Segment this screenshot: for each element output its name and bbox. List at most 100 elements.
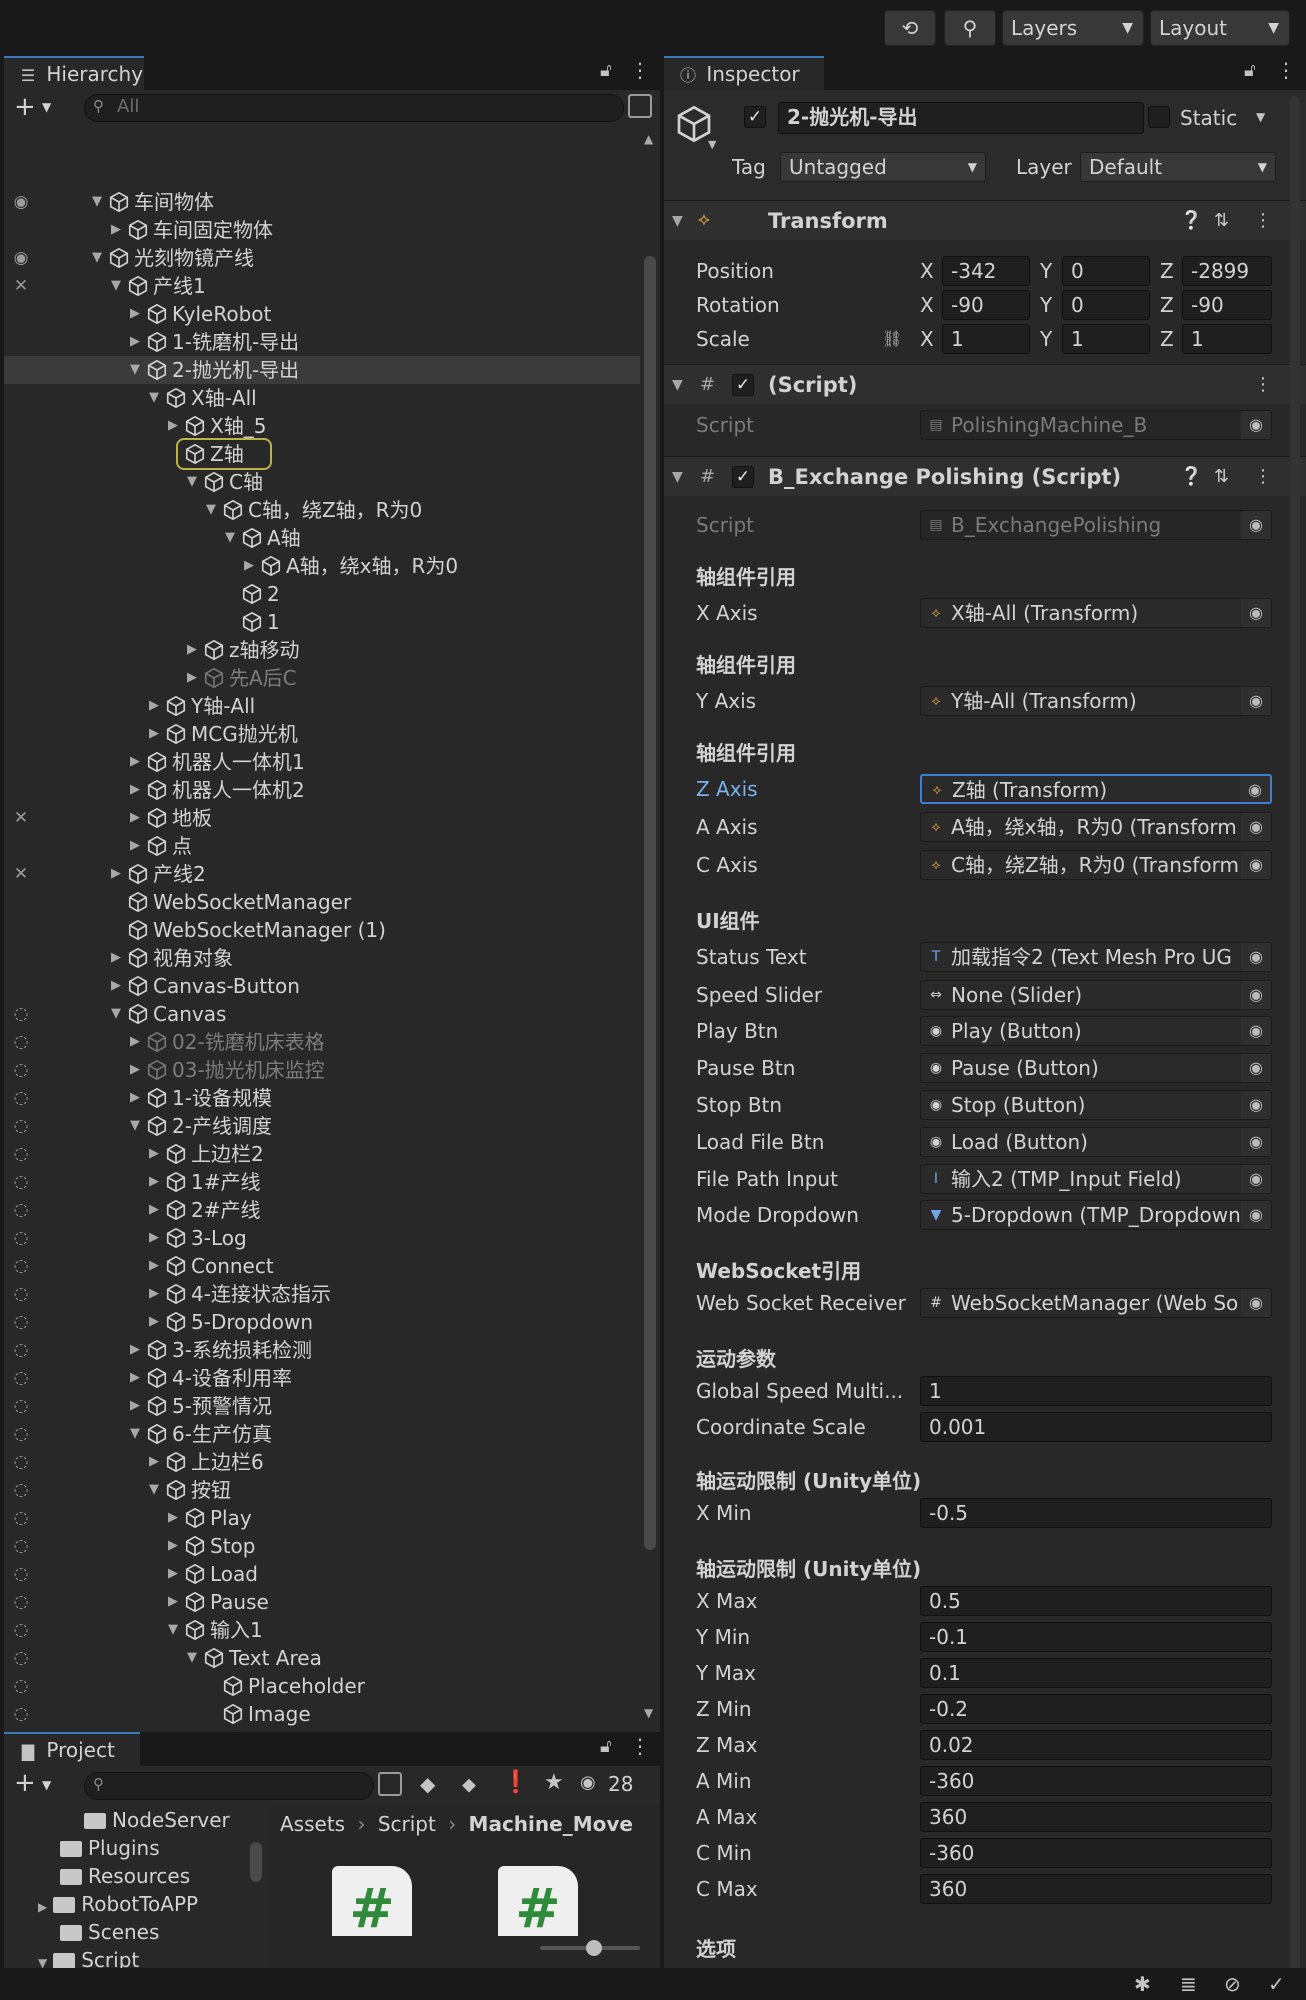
speed-slider-object-field[interactable]: ⇔ None (Slider) ◉: [920, 980, 1272, 1010]
chevron-down-icon[interactable]: ▼: [672, 365, 683, 405]
add-button[interactable]: +: [14, 92, 36, 122]
kebab-menu-icon[interactable]: ⋮: [630, 1734, 650, 1758]
chevron-right-icon[interactable]: ▶: [128, 300, 142, 328]
hidden-eye-icon[interactable]: ◌: [8, 1253, 34, 1279]
hierarchy-row[interactable]: ▶ 先A后C: [4, 664, 640, 692]
chevron-right-icon[interactable]: ▶: [128, 1364, 142, 1392]
tab-inspector[interactable]: ⓘ Inspector: [664, 56, 824, 90]
object-picker-icon[interactable]: ◉: [1241, 851, 1271, 879]
transform-position-x-input[interactable]: -342: [942, 256, 1030, 286]
breadcrumb-item[interactable]: Machine_Move: [469, 1812, 633, 1836]
play-btn-object-field[interactable]: ◉ Play (Button) ◉: [920, 1016, 1272, 1046]
script-asset-icon[interactable]: #: [332, 1866, 412, 1936]
object-picker-icon[interactable]: ◉: [1241, 981, 1271, 1009]
chevron-right-icon[interactable]: ▶: [166, 1504, 180, 1532]
transform-rotation-z-input[interactable]: -90: [1182, 290, 1272, 320]
object-picker-icon[interactable]: ◉: [1241, 1091, 1271, 1119]
lock-icon[interactable]: 🔓︎: [600, 1736, 612, 1757]
chevron-right-icon[interactable]: ▶: [147, 1196, 161, 1224]
y-min-input[interactable]: -0.1: [920, 1622, 1272, 1652]
hierarchy-row[interactable]: ▶ Canvas-Button: [4, 972, 640, 1000]
axis-label[interactable]: X: [920, 254, 934, 288]
chevron-right-icon[interactable]: ▶: [128, 1336, 142, 1364]
search-button[interactable]: ⚲: [944, 10, 996, 46]
load-btn-object-field[interactable]: ◉ Load (Button) ◉: [920, 1127, 1272, 1157]
object-picker-icon[interactable]: ◉: [1241, 1017, 1271, 1045]
hidden-eye-icon[interactable]: ◌: [8, 1281, 34, 1307]
zoom-slider-handle[interactable]: [586, 1940, 602, 1956]
chevron-down-icon[interactable]: ▼: [166, 1616, 180, 1644]
chevron-down-icon[interactable]: ▼: [109, 272, 123, 300]
presets-icon[interactable]: ⇅: [1214, 201, 1229, 241]
hierarchy-row[interactable]: ▶ Pause: [4, 1588, 640, 1616]
hierarchy-row[interactable]: ▶ 车间固定物体: [4, 216, 640, 244]
search-type-icon[interactable]: [378, 1772, 402, 1796]
folder-item[interactable]: ▼ Script: [38, 1946, 139, 1968]
coord-scale-input[interactable]: 0.001: [920, 1412, 1272, 1442]
speed-mult-input[interactable]: 1: [920, 1376, 1272, 1406]
hierarchy-row[interactable]: Z轴: [4, 440, 640, 468]
constrain-proportions-icon[interactable]: ⛓: [882, 322, 902, 356]
hierarchy-row[interactable]: ▶ Y轴-All: [4, 692, 640, 720]
object-picker-icon[interactable]: ◉: [1241, 943, 1271, 971]
hierarchy-row[interactable]: ▶ Play: [4, 1504, 640, 1532]
lock-icon[interactable]: 🔓︎: [1244, 60, 1256, 81]
z-max-input[interactable]: 0.02: [920, 1730, 1272, 1760]
chevron-right-icon[interactable]: ▶: [147, 720, 161, 748]
hierarchy-row[interactable]: 2: [4, 580, 640, 608]
chevron-right-icon[interactable]: ▶: [185, 664, 199, 692]
hierarchy-row[interactable]: ▶ Connect: [4, 1252, 640, 1280]
breadcrumb-item[interactable]: Script: [378, 1812, 436, 1836]
chevron-right-icon[interactable]: ▶: [128, 832, 142, 860]
hierarchy-row[interactable]: ▶ A轴，绕x轴，R为0: [4, 552, 640, 580]
chevron-right-icon[interactable]: ▶: [128, 776, 142, 804]
chevron-right-icon[interactable]: ▶: [128, 1056, 142, 1084]
hierarchy-row[interactable]: ▼ 按钮: [4, 1476, 640, 1504]
layers-dropdown[interactable]: Layers ▼: [1002, 10, 1144, 46]
a-max-input[interactable]: 360: [920, 1802, 1272, 1832]
hierarchy-row[interactable]: ▶ 上边栏6: [4, 1448, 640, 1476]
a-axis-object-field[interactable]: ⟡ A轴，绕x轴，R为0 (Transform ◉: [920, 812, 1272, 842]
static-toggle[interactable]: [1148, 106, 1170, 128]
hierarchy-row[interactable]: Image: [4, 1700, 640, 1728]
hierarchy-row[interactable]: ▼ 2-产线调度: [4, 1112, 640, 1140]
chevron-right-icon[interactable]: ▶: [128, 748, 142, 776]
object-picker-icon[interactable]: ◉: [1241, 1054, 1271, 1082]
lock-icon[interactable]: 🔓︎: [600, 60, 612, 81]
pick-disabled-icon[interactable]: ✕: [8, 861, 34, 887]
hierarchy-row[interactable]: ▼ 产线1: [4, 272, 640, 300]
object-picker-icon[interactable]: ◉: [1241, 599, 1271, 627]
chevron-right-icon[interactable]: ▶: [147, 1168, 161, 1196]
object-picker-icon[interactable]: ◉: [1241, 813, 1271, 841]
transform-scale-x-input[interactable]: 1: [942, 324, 1030, 354]
tab-project[interactable]: ▇ Project: [4, 1732, 140, 1766]
chevron-right-icon[interactable]: ▶: [128, 1392, 142, 1420]
visibility-icon[interactable]: ◉: [8, 245, 34, 271]
chevron-right-icon[interactable]: ▶: [166, 1588, 180, 1616]
hidden-eye-icon[interactable]: ◌: [8, 1365, 34, 1391]
chevron-down-icon[interactable]: ▼: [90, 188, 104, 216]
ws-receiver-object-field[interactable]: # WebSocketManager (Web So ◉: [920, 1288, 1272, 1318]
hidden-eye-icon[interactable]: ◌: [8, 1533, 34, 1559]
cache-server-icon[interactable]: ≣: [1180, 1972, 1197, 1996]
transform-header[interactable]: ▼ ⟡ Transform ❔ ⇅ ⋮: [664, 200, 1306, 240]
hidden-eye-icon[interactable]: ◌: [8, 1505, 34, 1531]
axis-label[interactable]: Z: [1160, 288, 1174, 322]
object-picker-icon[interactable]: ◉: [1241, 511, 1271, 539]
axis-label[interactable]: Y: [1040, 322, 1052, 356]
missing-script-header[interactable]: ▼ # ✓ (Script) ⋮: [664, 364, 1306, 404]
hierarchy-row[interactable]: ▶ Load: [4, 1560, 640, 1588]
hierarchy-row[interactable]: ▼ A轴: [4, 524, 640, 552]
folder-item[interactable]: ▶ RobotToAPP: [38, 1890, 198, 1918]
z-min-input[interactable]: -0.2: [920, 1694, 1272, 1724]
hierarchy-row[interactable]: ▶ MCG抛光机: [4, 720, 640, 748]
hierarchy-row[interactable]: ▼ Text Area: [4, 1644, 640, 1672]
chevron-right-icon[interactable]: ▶: [128, 1084, 142, 1112]
help-icon[interactable]: ❔: [1180, 201, 1202, 241]
chevron-down-icon[interactable]: ▼: [223, 524, 237, 552]
chevron-right-icon[interactable]: ▶: [166, 1560, 180, 1588]
chevron-down-icon[interactable]: ▼: [38, 1956, 47, 1968]
hierarchy-row[interactable]: ▶ 02-铣磨机床表格: [4, 1028, 640, 1056]
visibility-icon[interactable]: ◉: [8, 189, 34, 215]
hidden-eye-icon[interactable]: ◌: [8, 1701, 34, 1727]
